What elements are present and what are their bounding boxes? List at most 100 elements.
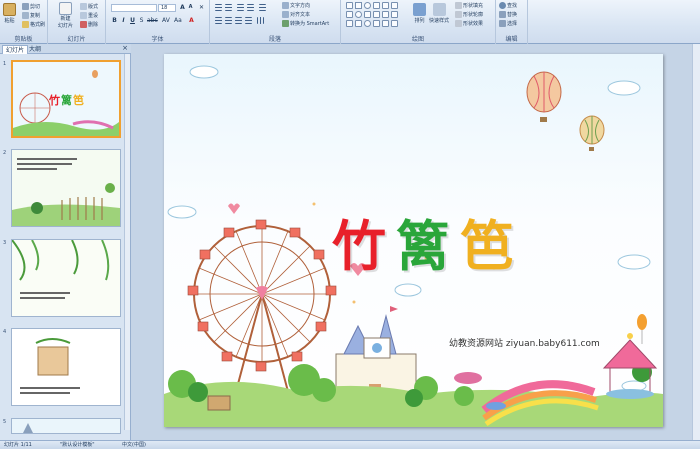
change-case-button[interactable]: Aa [174, 17, 182, 24]
balloon-1 [526, 71, 562, 122]
text-direction-label: 文字方向 [290, 3, 311, 9]
bullets-icon[interactable] [215, 4, 222, 11]
current-slide[interactable]: 竹 篱 笆 幼教资源网站 ziyuan.baby611.com [164, 54, 663, 427]
drawing-group-label: 绘图 [411, 36, 424, 43]
cut-button[interactable]: 剪切 [22, 3, 40, 10]
paste-label: 粘贴 [4, 18, 15, 24]
replace-button[interactable]: 替换 [499, 11, 517, 18]
align-center-icon[interactable] [225, 17, 232, 24]
font-color-button[interactable]: A [188, 17, 195, 24]
slide-thumbnail-5[interactable] [11, 418, 121, 434]
text-direction-button[interactable]: 文字方向 [282, 2, 310, 9]
numbering-icon[interactable] [225, 4, 232, 11]
slide-number: 1 [3, 61, 7, 67]
slide-number: 3 [3, 240, 7, 246]
slide-thumbnail-1[interactable]: 竹篱笆 [11, 60, 121, 138]
clipboard-group-label: 剪贴板 [14, 36, 33, 43]
italic-button[interactable]: I [120, 17, 127, 24]
slide-title-char-2: 篱 [396, 214, 450, 278]
increase-indent-icon[interactable] [247, 4, 254, 11]
tab-outline[interactable]: 大纲 [26, 45, 44, 54]
columns-icon[interactable] [257, 17, 264, 24]
format-painter-label: 格式刷 [30, 22, 46, 28]
shape-effects-button[interactable]: 形状效果 [455, 20, 483, 27]
slide-number: 4 [3, 329, 7, 335]
shape-outline-button[interactable]: 形状轮廓 [455, 11, 483, 18]
format-painter-button[interactable]: 格式刷 [22, 21, 45, 28]
underline-button[interactable]: U [129, 17, 136, 24]
new-slide-icon [59, 2, 72, 15]
panel-scrollbar[interactable] [124, 54, 130, 430]
layout-icon [80, 3, 87, 10]
smartart-icon [282, 20, 289, 27]
quick-styles-button[interactable]: 快速样式 [429, 3, 449, 24]
find-icon [499, 2, 506, 9]
justify-icon[interactable] [245, 17, 252, 24]
arrange-button[interactable]: 排列 [413, 3, 426, 24]
slide-editor: 竹 篱 笆 幼教资源网站 ziyuan.baby611.com [131, 44, 700, 440]
effects-icon [455, 20, 462, 27]
close-pane-icon[interactable]: × [122, 44, 128, 52]
arrange-label: 排列 [414, 18, 425, 24]
delete-slide-button[interactable]: 删除 [80, 21, 98, 28]
status-bar: 幻灯片 1/11 "默认设计模板" 中文(中国) [0, 440, 700, 449]
shrink-font-button[interactable]: A [187, 4, 194, 11]
shape-effects-label: 形状效果 [463, 21, 484, 27]
strikethrough-button[interactable]: abc [147, 17, 158, 24]
paste-icon [3, 3, 16, 16]
shapes-gallery[interactable] [346, 2, 406, 30]
font-name-combo[interactable] [111, 4, 157, 12]
bold-button[interactable]: B [111, 17, 118, 24]
replace-icon [499, 11, 506, 18]
slide-thumbnail-4[interactable] [11, 328, 121, 406]
layout-button[interactable]: 版式 [80, 3, 98, 10]
line-spacing-icon[interactable] [259, 4, 266, 11]
slide-thumbnail-3[interactable] [11, 239, 121, 317]
slide-number: 5 [3, 419, 7, 425]
font-group: 18 A A ✕ B I U S abc AV Aa A 字体 [106, 0, 210, 44]
convert-smartart-button[interactable]: 转换为 SmartArt [282, 20, 329, 27]
slides-panel: 幻灯片 大纲 × 1 竹篱笆 2 3 4 5 [0, 44, 131, 440]
shadow-button[interactable]: S [138, 17, 145, 24]
slide-count: 幻灯片 1/11 [4, 442, 32, 448]
select-button[interactable]: 选择 [499, 20, 517, 27]
align-right-icon[interactable] [235, 17, 242, 24]
char-spacing-button[interactable]: AV [162, 17, 170, 24]
new-slide-button[interactable]: 新建 幻灯片 [58, 2, 73, 29]
text-direction-icon [282, 2, 289, 9]
slides-group-label: 幻灯片 [67, 36, 86, 43]
align-text-button[interactable]: 对齐文本 [282, 11, 310, 18]
language-indicator[interactable]: 中文(中国) [122, 441, 146, 449]
decrease-indent-icon[interactable] [237, 4, 244, 11]
quick-styles-icon [432, 3, 446, 16]
select-label: 选择 [507, 21, 518, 27]
paragraph-group-label: 段落 [268, 36, 281, 43]
slide-thumbnail-2[interactable] [11, 149, 121, 227]
select-icon [499, 20, 506, 27]
copy-icon [22, 12, 29, 19]
delete-label: 删除 [88, 22, 99, 28]
tab-slides[interactable]: 幻灯片 [2, 45, 29, 54]
reset-label: 重设 [88, 13, 99, 19]
copy-button[interactable]: 复制 [22, 12, 40, 19]
paragraph-group: 文字方向 对齐文本 转换为 SmartArt 段落 [210, 0, 341, 44]
arrange-icon [413, 3, 426, 16]
reset-button[interactable]: 重设 [80, 12, 98, 19]
balloon-2 [579, 115, 605, 151]
convert-smartart-label: 转换为 SmartArt [290, 21, 330, 27]
new-slide-label: 新建 [60, 16, 71, 22]
find-button[interactable]: 查找 [499, 2, 517, 9]
align-left-icon[interactable] [215, 17, 222, 24]
editor-scrollbar[interactable] [692, 44, 700, 440]
clear-format-button[interactable]: ✕ [198, 4, 205, 11]
scissors-icon [22, 3, 29, 10]
editing-group-label: 编辑 [505, 36, 518, 43]
find-label: 查找 [507, 3, 518, 9]
thumb2-art [12, 150, 120, 226]
clipboard-group: 粘贴 剪切 复制 格式刷 剪贴板 [0, 0, 48, 44]
ribbon: 粘贴 剪切 复制 格式刷 剪贴板 新建 幻灯片 版式 重设 删除 幻灯片 18 … [0, 0, 700, 44]
paste-button[interactable]: 粘贴 [3, 3, 16, 24]
shape-fill-button[interactable]: 形状填充 [455, 2, 483, 9]
font-size-combo[interactable]: 18 [158, 4, 176, 12]
grow-font-button[interactable]: A [179, 4, 186, 11]
